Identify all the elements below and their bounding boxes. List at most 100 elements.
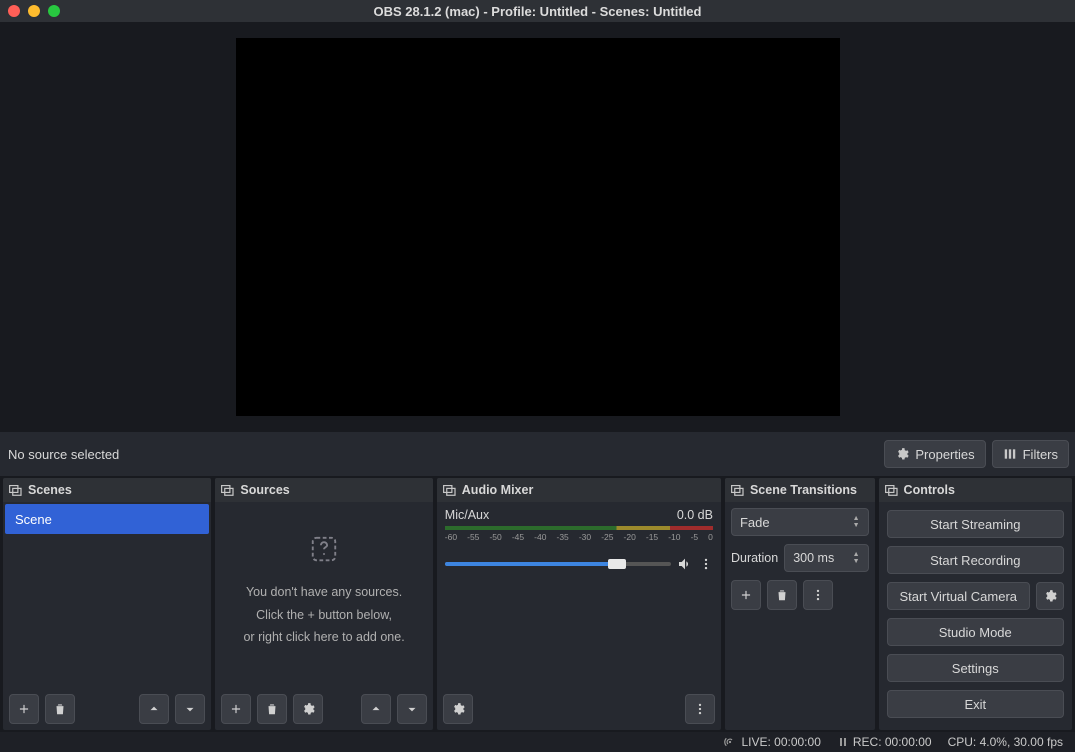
spin-arrows-icon: ▲▼: [853, 515, 860, 529]
duration-label: Duration: [731, 551, 778, 565]
gear-icon: [895, 447, 909, 461]
mixer-toolbar: [437, 688, 721, 730]
add-scene-button[interactable]: [9, 694, 39, 724]
sources-empty: You don't have any sources. Click the + …: [215, 502, 432, 688]
more-vert-icon: [693, 702, 707, 716]
remove-transition-button[interactable]: [767, 580, 797, 610]
trash-icon: [53, 702, 67, 716]
scenes-title: Scenes: [28, 483, 72, 497]
transitions-dock: Scene Transitions Fade ▲▼ Duration 300 m…: [725, 478, 875, 730]
volume-slider[interactable]: [445, 562, 671, 566]
mixer-header: Audio Mixer: [437, 478, 721, 502]
controls-dock: Controls Start Streaming Start Recording…: [879, 478, 1072, 730]
volume-icon[interactable]: [677, 556, 693, 572]
mixer-channel: Mic/Aux 0.0 dB -60 -55 -50 -45 -40 -35 -…: [437, 502, 721, 572]
vu-meter: [445, 526, 713, 530]
mixer-menu-button[interactable]: [685, 694, 715, 724]
slider-thumb[interactable]: [608, 559, 626, 569]
preview-canvas[interactable]: [236, 38, 840, 416]
move-source-down-button[interactable]: [397, 694, 427, 724]
close-window-icon[interactable]: [8, 5, 20, 17]
duration-value: 300 ms: [793, 551, 834, 565]
transition-select[interactable]: Fade ▲▼: [731, 508, 869, 536]
dock-row: Scenes Scene Sources You don't have any …: [0, 476, 1075, 732]
trash-icon: [775, 588, 789, 602]
transitions-body: Fade ▲▼ Duration 300 ms ▲▼: [725, 502, 875, 616]
add-transition-button[interactable]: [731, 580, 761, 610]
remove-scene-button[interactable]: [45, 694, 75, 724]
traffic-lights: [8, 5, 60, 17]
more-vert-icon[interactable]: [699, 557, 713, 571]
source-toolbar: No source selected Properties Filters: [0, 432, 1075, 476]
controls-title: Controls: [904, 483, 955, 497]
transitions-header: Scene Transitions: [725, 478, 875, 502]
titlebar: OBS 28.1.2 (mac) - Profile: Untitled - S…: [0, 0, 1075, 22]
move-scene-down-button[interactable]: [175, 694, 205, 724]
popout-icon: [9, 485, 22, 496]
move-scene-up-button[interactable]: [139, 694, 169, 724]
plus-icon: [229, 702, 243, 716]
scenes-list[interactable]: Scene: [3, 502, 211, 688]
audio-mixer-dock: Audio Mixer Mic/Aux 0.0 dB -60 -55 -50 -…: [437, 478, 721, 730]
move-source-up-button[interactable]: [361, 694, 391, 724]
more-vert-icon: [811, 588, 825, 602]
filters-label: Filters: [1023, 447, 1058, 462]
start-recording-button[interactable]: Start Recording: [887, 546, 1064, 574]
add-source-button[interactable]: [221, 694, 251, 724]
source-selected-label: No source selected: [6, 447, 119, 462]
exit-button[interactable]: Exit: [887, 690, 1064, 718]
chevron-down-icon: [405, 702, 419, 716]
duration-input[interactable]: 300 ms ▲▼: [784, 544, 868, 572]
vu-scale: -60 -55 -50 -45 -40 -35 -30 -25 -20 -15 …: [445, 532, 713, 542]
plus-icon: [17, 702, 31, 716]
controls-body: Start Streaming Start Recording Start Vi…: [879, 502, 1072, 726]
remove-source-button[interactable]: [257, 694, 287, 724]
controls-header: Controls: [879, 478, 1072, 502]
gear-icon: [1043, 589, 1057, 603]
transition-selected: Fade: [740, 515, 770, 530]
chevron-up-icon: [369, 702, 383, 716]
sources-toolbar: [215, 688, 432, 730]
broadcast-icon: [723, 735, 737, 749]
popout-icon: [885, 485, 898, 496]
live-status: LIVE: 00:00:00: [723, 735, 820, 749]
sources-empty-line3: or right click here to add one.: [243, 629, 404, 646]
transitions-title: Scene Transitions: [750, 483, 857, 497]
virtual-camera-settings-button[interactable]: [1036, 582, 1064, 610]
popout-icon: [443, 485, 456, 496]
scenes-dock: Scenes Scene: [3, 478, 211, 730]
plus-icon: [739, 588, 753, 602]
trash-icon: [265, 702, 279, 716]
sources-empty-line2: Click the + button below,: [256, 607, 392, 624]
filters-button[interactable]: Filters: [992, 440, 1069, 468]
source-properties-button[interactable]: [293, 694, 323, 724]
mixer-channel-name: Mic/Aux: [445, 508, 489, 522]
mixer-body: Mic/Aux 0.0 dB -60 -55 -50 -45 -40 -35 -…: [437, 502, 721, 688]
popout-icon: [731, 485, 744, 496]
window-title: OBS 28.1.2 (mac) - Profile: Untitled - S…: [374, 4, 702, 19]
mixer-channel-level: 0.0 dB: [677, 508, 713, 522]
preview-area: [0, 22, 1075, 432]
settings-button[interactable]: Settings: [887, 654, 1064, 682]
sources-empty-line1: You don't have any sources.: [246, 584, 402, 601]
advanced-audio-button[interactable]: [443, 694, 473, 724]
transition-menu-button[interactable]: [803, 580, 833, 610]
scene-item[interactable]: Scene: [5, 504, 209, 534]
sources-header: Sources: [215, 478, 432, 502]
properties-button[interactable]: Properties: [884, 440, 985, 468]
chevron-up-icon: [147, 702, 161, 716]
start-virtual-camera-button[interactable]: Start Virtual Camera: [887, 582, 1030, 610]
start-streaming-button[interactable]: Start Streaming: [887, 510, 1064, 538]
minimize-window-icon[interactable]: [28, 5, 40, 17]
scenes-header: Scenes: [3, 478, 211, 502]
maximize-window-icon[interactable]: [48, 5, 60, 17]
popout-icon: [221, 485, 234, 496]
gear-icon: [301, 702, 315, 716]
studio-mode-button[interactable]: Studio Mode: [887, 618, 1064, 646]
mixer-title: Audio Mixer: [462, 483, 534, 497]
statusbar: LIVE: 00:00:00 REC: 00:00:00 CPU: 4.0%, …: [0, 732, 1075, 752]
cpu-status: CPU: 4.0%, 30.00 fps: [948, 735, 1063, 749]
sources-body[interactable]: You don't have any sources. Click the + …: [215, 502, 432, 688]
rec-status: REC: 00:00:00: [837, 735, 932, 749]
spin-arrows-icon: ▲▼: [853, 551, 860, 565]
